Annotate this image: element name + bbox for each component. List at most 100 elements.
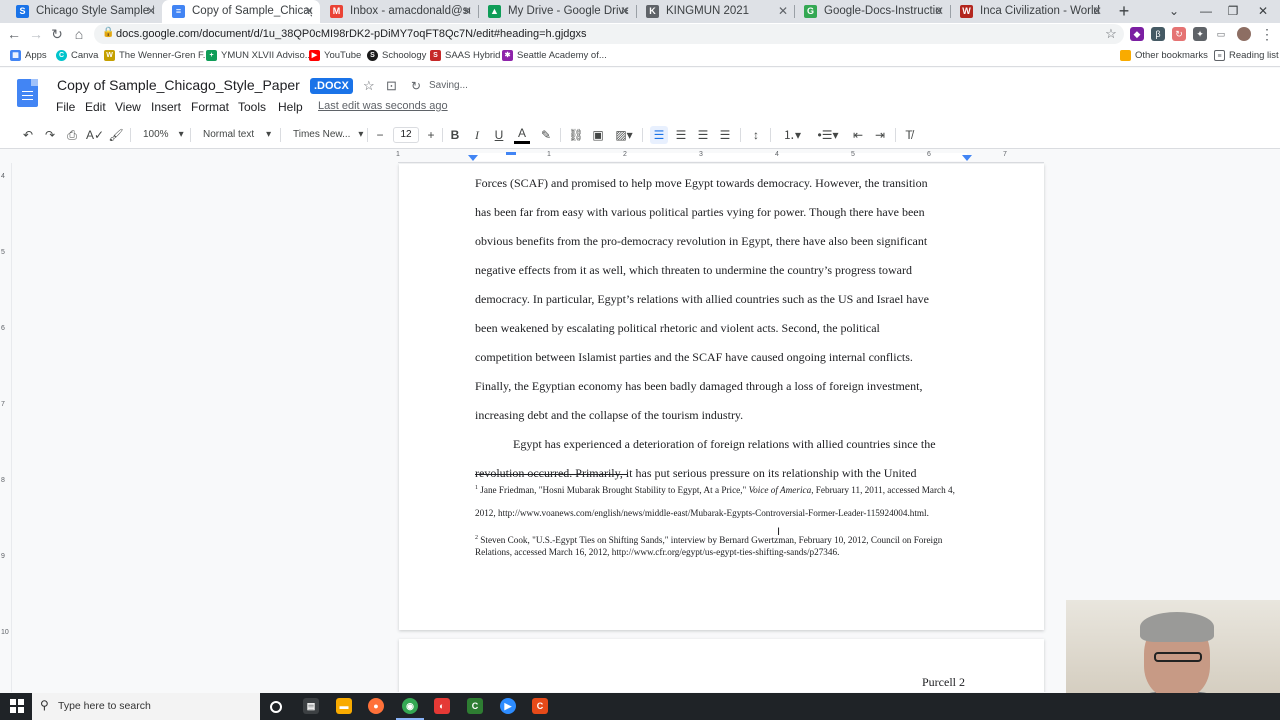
- close-icon[interactable]: ✕: [304, 0, 314, 23]
- paint-format-icon[interactable]: 🖌: [108, 126, 124, 144]
- cortana-icon[interactable]: [270, 701, 282, 713]
- chrome-icon[interactable]: ◉: [396, 698, 424, 720]
- print-icon[interactable]: ⎙: [64, 126, 80, 144]
- extensions-puzzle-icon[interactable]: ✦: [1193, 27, 1207, 41]
- right-indent-marker[interactable]: [962, 155, 972, 161]
- bookmark-youtube[interactable]: ▶ YouTube: [309, 45, 361, 67]
- other-bookmarks[interactable]: Other bookmarks: [1120, 45, 1208, 67]
- task-view-icon[interactable]: ▤: [303, 698, 319, 714]
- close-icon[interactable]: ✕: [934, 0, 944, 23]
- bold-icon[interactable]: B: [448, 126, 462, 144]
- clear-formatting-icon[interactable]: T̸: [900, 126, 918, 144]
- increase-indent-icon[interactable]: ⇥: [871, 126, 889, 144]
- camtasia-icon[interactable]: C: [467, 698, 483, 714]
- close-icon[interactable]: ✕: [778, 0, 788, 23]
- last-edit-link[interactable]: Last edit was seconds ago: [318, 100, 448, 112]
- redo-icon[interactable]: ↷: [42, 126, 58, 144]
- menu-format[interactable]: Format: [191, 100, 229, 114]
- reload-icon[interactable]: ↻: [48, 25, 66, 43]
- cast-icon[interactable]: ▭: [1214, 27, 1228, 41]
- menu-file[interactable]: File: [56, 100, 75, 114]
- minimize-icon[interactable]: —: [1195, 0, 1217, 23]
- screencast-icon[interactable]: ◐: [434, 698, 450, 714]
- justify-icon[interactable]: ☰: [716, 126, 734, 144]
- chrome-menu-icon[interactable]: ⋮: [1258, 25, 1276, 43]
- extension-icon[interactable]: ↻: [1172, 27, 1186, 41]
- tab-kingmun[interactable]: K KINGMUN 2021 ✕: [636, 0, 794, 23]
- close-icon[interactable]: ✕: [620, 0, 630, 23]
- bookmark-schoology[interactable]: S Schoology: [367, 45, 426, 67]
- close-window-icon[interactable]: ✕: [1252, 0, 1274, 23]
- align-right-icon[interactable]: ☰: [694, 126, 712, 144]
- font-size-input[interactable]: 12: [393, 127, 419, 143]
- bookmark-canva[interactable]: C Canva: [56, 45, 98, 67]
- document-page[interactable]: Purcell 2: [399, 639, 1044, 692]
- star-icon[interactable]: ☆: [363, 78, 375, 94]
- align-center-icon[interactable]: ☰: [672, 126, 690, 144]
- camtasia-recorder-icon[interactable]: C: [532, 698, 548, 714]
- bookmark-ymun[interactable]: + YMUN XLVII Adviso...: [206, 45, 313, 67]
- back-icon[interactable]: ←: [5, 25, 23, 43]
- move-folder-icon[interactable]: ⊡: [386, 78, 397, 94]
- numbered-list-icon[interactable]: ⒈▾: [777, 126, 807, 144]
- paragraph-style-select[interactable]: Normal text ▾: [203, 126, 271, 144]
- add-comment-icon[interactable]: ▣: [590, 126, 606, 144]
- new-tab-button[interactable]: +: [1115, 0, 1133, 23]
- close-icon[interactable]: ✕: [146, 0, 156, 23]
- menu-tools[interactable]: Tools: [238, 100, 266, 114]
- undo-icon[interactable]: ↶: [20, 126, 36, 144]
- menu-insert[interactable]: Insert: [151, 100, 181, 114]
- underline-icon[interactable]: U: [492, 126, 506, 144]
- restore-icon[interactable]: ❐: [1222, 0, 1244, 23]
- file-explorer-icon[interactable]: ▬: [336, 698, 352, 714]
- insert-link-icon[interactable]: ⛓: [568, 126, 584, 144]
- insert-image-icon[interactable]: ▨▾: [612, 126, 636, 144]
- decrease-indent-icon[interactable]: ⇤: [849, 126, 867, 144]
- increase-font-size-icon[interactable]: +: [424, 126, 438, 144]
- zoom-select[interactable]: 100% ▾: [143, 126, 184, 144]
- tab-inca-civilization[interactable]: W Inca Civilization - World History ✕: [950, 0, 1108, 23]
- font-family-select[interactable]: Times New... ▾: [293, 126, 363, 144]
- menu-view[interactable]: View: [115, 100, 141, 114]
- first-line-indent-marker[interactable]: [506, 152, 516, 155]
- menu-edit[interactable]: Edit: [85, 100, 106, 114]
- line-spacing-icon[interactable]: ↕: [747, 126, 765, 144]
- bookmark-star-icon[interactable]: ☆: [1102, 25, 1120, 43]
- tab-inbox[interactable]: M Inbox - amacdonald@seattleaca ✕: [320, 0, 478, 23]
- text-color-icon[interactable]: A: [514, 126, 530, 144]
- highlight-color-icon[interactable]: ✎: [538, 126, 554, 144]
- close-icon[interactable]: ✕: [1092, 0, 1102, 23]
- forward-icon[interactable]: →: [27, 25, 45, 43]
- zoom-icon[interactable]: ▶: [500, 698, 516, 714]
- italic-icon[interactable]: I: [470, 126, 484, 144]
- bookmark-saas-hybrid[interactable]: S SAAS Hybrid: [430, 45, 500, 67]
- document-page[interactable]: Forces (SCAF) and promised to help move …: [399, 164, 1044, 630]
- left-indent-marker[interactable]: [468, 155, 478, 161]
- decrease-font-size-icon[interactable]: −: [373, 126, 387, 144]
- tab-my-drive[interactable]: ▲ My Drive - Google Drive ✕: [478, 0, 636, 23]
- align-left-icon[interactable]: ☰: [650, 126, 668, 144]
- bookmark-wenner-gren[interactable]: W The Wenner-Gren F...: [104, 45, 211, 67]
- home-icon[interactable]: ⌂: [70, 25, 88, 43]
- document-title[interactable]: Copy of Sample_Chicago_Style_Paper: [57, 77, 300, 93]
- address-bar[interactable]: 🔒 docs.google.com/document/d/1u_38QP0cMI…: [94, 24, 1124, 44]
- horizontal-ruler[interactable]: 1 1 2 3 4 5 6 7: [396, 149, 1044, 163]
- bookmark-apps[interactable]: ▦ Apps: [10, 45, 47, 67]
- tab-copy-of-sample[interactable]: ≡ Copy of Sample_Chicago_Style_ ✕: [162, 0, 320, 23]
- menu-help[interactable]: Help: [278, 100, 303, 114]
- bulleted-list-icon[interactable]: •☰▾: [813, 126, 843, 144]
- tab-chicago-style-sample[interactable]: S Chicago Style Sample Paper | Sc ✕: [6, 0, 162, 23]
- extension-beta-icon[interactable]: β: [1151, 27, 1165, 41]
- vertical-ruler[interactable]: 4 5 6 7 8 9 10: [0, 163, 12, 692]
- reading-list[interactable]: ≡ Reading list: [1214, 45, 1279, 67]
- docs-logo-icon[interactable]: [17, 79, 38, 107]
- firefox-icon[interactable]: ●: [368, 698, 384, 714]
- spellcheck-icon[interactable]: A✓: [86, 126, 104, 144]
- extension-icon[interactable]: ◆: [1130, 27, 1144, 41]
- tab-google-docs-instructions[interactable]: G Google-Docs-Instructions-for-F ✕: [794, 0, 950, 23]
- close-icon[interactable]: ✕: [462, 0, 472, 23]
- bookmark-seattle-academy[interactable]: ✱ Seattle Academy of...: [502, 45, 607, 67]
- tab-search-icon[interactable]: ⌄: [1163, 0, 1185, 23]
- profile-avatar[interactable]: [1237, 27, 1251, 41]
- windows-start-icon[interactable]: [10, 699, 24, 713]
